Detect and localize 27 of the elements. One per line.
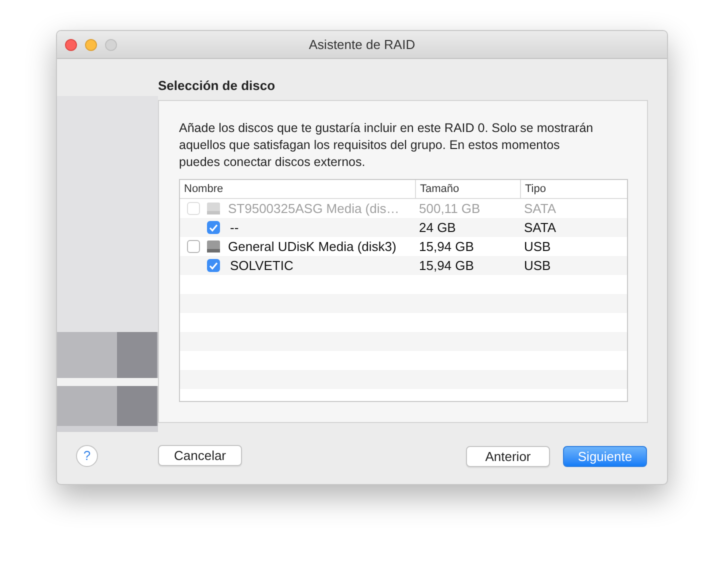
disk-size: 24 GB <box>418 218 457 237</box>
close-icon[interactable] <box>65 38 77 50</box>
section-heading: Selección de disco <box>158 77 276 95</box>
disk-type: USB <box>523 238 551 256</box>
description-text: Añade los discos que te gustaría incluir en este RAID 0. Solo se mostrarán aquellos que satisfagan los requisitos del grupo. En estos momentos puedes conectar discos externos. <box>179 120 594 171</box>
window-title: Asistente de RAID <box>308 36 416 54</box>
zoom-icon <box>105 38 117 50</box>
minimize-icon[interactable] <box>85 38 97 50</box>
cancel-button[interactable]: Cancelar <box>158 445 242 466</box>
back-button[interactable]: Anterior <box>466 446 550 466</box>
disk-type: SATA <box>523 200 556 218</box>
column-header[interactable]: Tipo <box>520 180 627 198</box>
table-row[interactable]: SOLVETIC 15,94 GB USB <box>180 256 627 275</box>
disk-type: SATA <box>523 218 556 237</box>
help-button[interactable]: ? <box>76 445 98 467</box>
checkbox[interactable] <box>187 240 200 253</box>
column-header[interactable]: Tamaño <box>415 180 520 198</box>
disk-name: ST9500325ASG Media (dis… <box>227 200 400 218</box>
disk-name: General UDisK Media (disk3) <box>227 238 396 256</box>
column-header[interactable]: Nombre <box>180 180 415 198</box>
disk-type: USB <box>523 256 551 275</box>
checkbox[interactable] <box>207 259 220 272</box>
disk-size: 500,11 GB <box>418 200 482 218</box>
disk-name: -- <box>229 218 239 237</box>
disk-name: SOLVETIC <box>229 256 294 275</box>
disk-size: 15,94 GB <box>418 256 475 275</box>
disk-size: 15,94 GB <box>418 238 475 256</box>
